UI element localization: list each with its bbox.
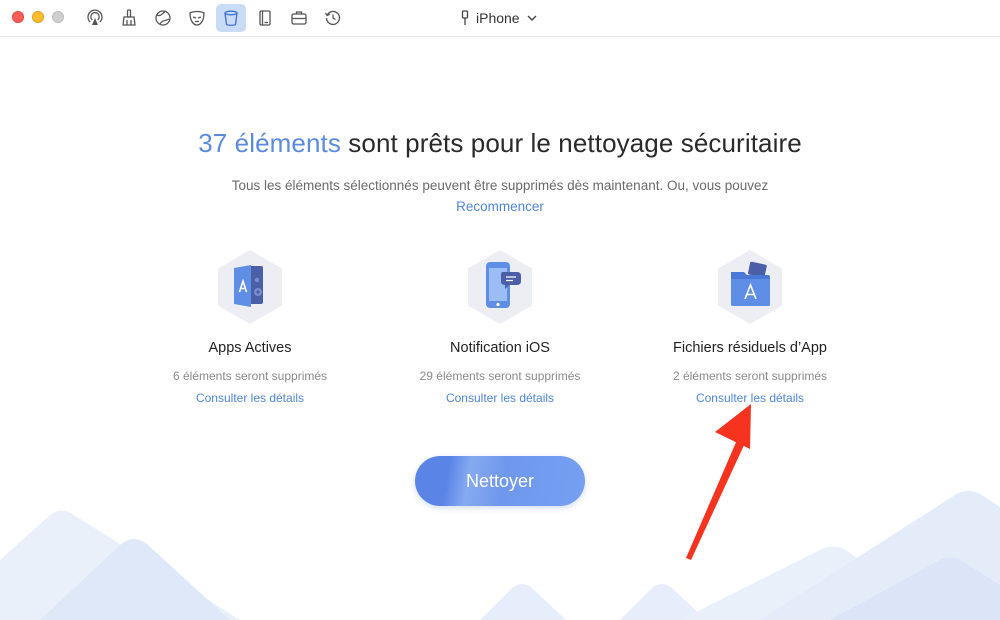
- mask-icon: [189, 10, 205, 26]
- mask-tool-button[interactable]: [182, 4, 212, 32]
- card-count: 2 éléments seront supprimés: [672, 369, 828, 383]
- book-tool-button[interactable]: [250, 4, 280, 32]
- airplay-tool-button[interactable]: [80, 4, 110, 32]
- headline: 37 éléments sont prêts pour le nettoyage…: [0, 128, 1000, 159]
- history-tool-button[interactable]: [318, 4, 348, 32]
- card-title: Notification iOS: [450, 340, 550, 356]
- device-selector[interactable]: iPhone: [460, 8, 538, 28]
- history-icon: [324, 10, 341, 26]
- title-bar: iPhone: [0, 0, 1000, 37]
- headline-count: 37 éléments: [198, 128, 341, 158]
- card-count: 6 éléments seront supprimés: [172, 369, 328, 383]
- briefcase-icon: [291, 11, 307, 25]
- card-icon-container: [715, 248, 785, 326]
- minimize-window-button[interactable]: [32, 11, 44, 23]
- airplay-icon: [87, 9, 103, 25]
- zoom-window-button[interactable]: [52, 11, 64, 23]
- app-door-icon: [218, 250, 282, 324]
- headline-text: sont prêts pour le nettoyage sécuritaire: [340, 128, 802, 158]
- cup-icon: [224, 10, 238, 26]
- briefcase-tool-button[interactable]: [284, 4, 314, 32]
- card-details-link[interactable]: Consulter les détails: [125, 391, 375, 405]
- card-active-apps: Apps Actives 6 éléments seront supprimés…: [125, 248, 375, 405]
- phone-notification-icon: [468, 250, 532, 324]
- card-app-residual-files: Fichiers résiduels d’App 2 éléments sero…: [625, 248, 875, 405]
- card-icon-container: [465, 248, 535, 326]
- card-count: 29 éléments seront supprimés: [419, 369, 581, 383]
- card-details-link[interactable]: Consulter les détails: [375, 391, 625, 405]
- broom-tool-button[interactable]: [114, 4, 144, 32]
- book-icon: [259, 10, 271, 26]
- app-folder-icon: [718, 250, 782, 324]
- card-title: Fichiers résiduels d’App: [673, 340, 827, 356]
- card-icon-container: [215, 248, 285, 326]
- restart-link[interactable]: Recommencer: [0, 199, 1000, 214]
- globe-icon: [155, 10, 171, 26]
- device-name: iPhone: [476, 10, 520, 26]
- chevron-down-icon: [527, 15, 537, 21]
- globe-tool-button[interactable]: [148, 4, 178, 32]
- toolbar: [80, 4, 348, 32]
- subtitle: Tous les éléments sélectionnés peuvent ê…: [231, 178, 769, 193]
- card-title: Apps Actives: [208, 340, 292, 356]
- close-window-button[interactable]: [12, 11, 24, 23]
- cleanup-tool-button[interactable]: [216, 4, 246, 32]
- card-details-link[interactable]: Consulter les détails: [625, 391, 875, 405]
- card-ios-notifications: Notification iOS 29 éléments seront supp…: [375, 248, 625, 405]
- broom-icon: [122, 9, 136, 26]
- clean-button[interactable]: Nettoyer: [415, 456, 585, 506]
- lightning-cable-icon: [461, 10, 469, 25]
